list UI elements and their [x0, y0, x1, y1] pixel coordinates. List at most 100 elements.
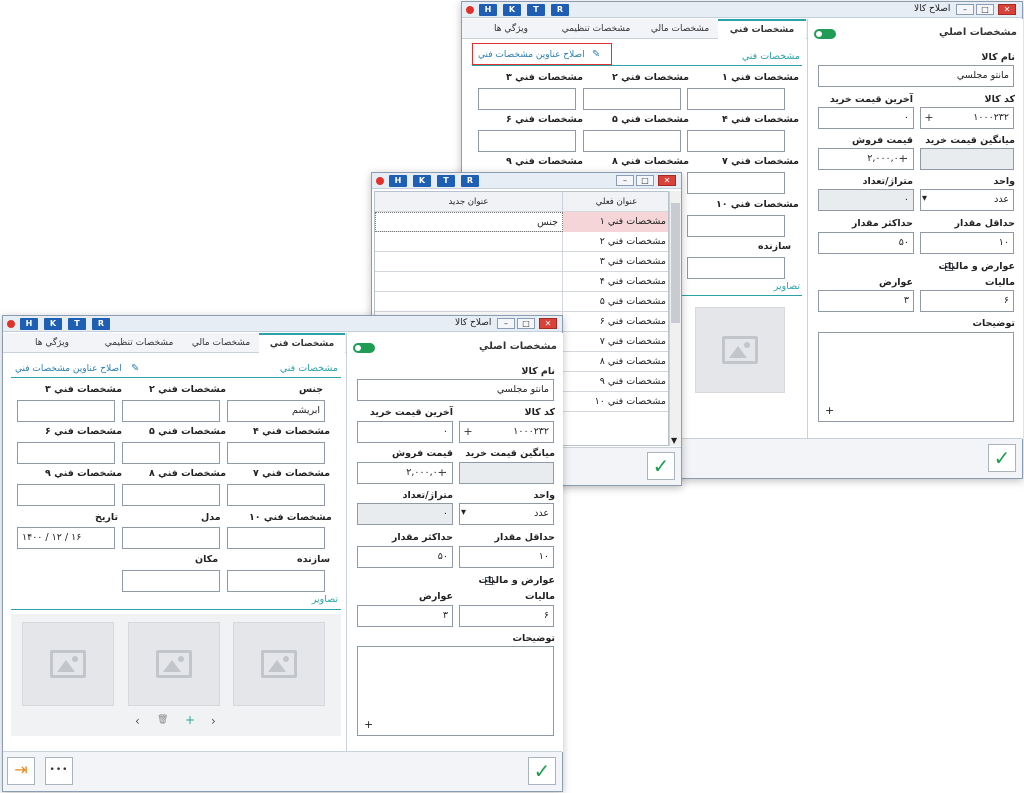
front-tax-input[interactable]: ۶: [459, 605, 554, 627]
hotkey-t-button[interactable]: T: [527, 4, 545, 16]
scroll-down-icon[interactable]: ▼: [671, 436, 677, 445]
front-date-input[interactable]: ۱۴۰۰ / ۱۲ / ۱۶: [17, 527, 115, 549]
exit-button[interactable]: ⇥: [7, 757, 35, 785]
rename-maximize-button[interactable]: □: [636, 175, 654, 186]
manufacturer-input[interactable]: [687, 257, 785, 279]
table-row[interactable]: مشخصات فني ۲: [375, 232, 668, 252]
front-minimize-button[interactable]: –: [497, 318, 515, 329]
front-hotkey-h-button[interactable]: H: [20, 318, 38, 330]
image-trash-icon[interactable]: 🗑: [157, 715, 168, 725]
front-image-slot-3[interactable]: [22, 622, 114, 706]
front-tab-settings[interactable]: مشخصات تنظيمي: [95, 333, 183, 353]
front-name-input[interactable]: مانتو مجلسي: [357, 379, 554, 401]
hotkey-h-button[interactable]: H: [479, 4, 497, 16]
tab-settings[interactable]: مشخصات تنظيمي: [552, 19, 640, 39]
edit-titles-pencil-icon[interactable]: ✎: [592, 50, 602, 60]
scroll-thumb[interactable]: [671, 203, 680, 323]
front-tech-field-6-input[interactable]: [17, 442, 115, 464]
front-unit-dropdown-icon[interactable]: ▾: [461, 507, 466, 518]
front-sale-price-add-icon[interactable]: +: [435, 466, 449, 480]
rename-hotkey-k-button[interactable]: K: [413, 175, 431, 187]
front-last-price-input[interactable]: ۰: [357, 421, 453, 443]
name-input[interactable]: مانتو مجلسي: [818, 65, 1014, 87]
front-tab-financial[interactable]: مشخصات مالي: [183, 333, 259, 353]
rename-scrollbar[interactable]: ▼: [669, 191, 681, 446]
tab-technical[interactable]: مشخصات فني: [718, 19, 806, 39]
tab-financial[interactable]: مشخصات مالي: [642, 19, 718, 39]
front-active-toggle[interactable]: [353, 343, 375, 353]
rename-ok-button[interactable]: ✓: [647, 452, 675, 480]
tech-field-2-input[interactable]: [583, 88, 681, 110]
front-unit-select[interactable]: عدد: [459, 503, 554, 525]
front-min-input[interactable]: ۱۰: [459, 546, 554, 568]
min-input[interactable]: ۱۰: [920, 232, 1014, 254]
tech-field-5-input[interactable]: [583, 130, 681, 152]
front-tech-field-7-input[interactable]: [227, 484, 325, 506]
front-field1-input[interactable]: ابريشم: [227, 400, 325, 422]
new-title-cell[interactable]: [375, 252, 563, 272]
rename-hotkey-h-button[interactable]: H: [389, 175, 407, 187]
table-row[interactable]: جنس مشخصات فني ۱: [375, 212, 668, 232]
hotkey-r-button[interactable]: R: [551, 4, 569, 16]
front-tech-field-9-input[interactable]: [17, 484, 115, 506]
more-button[interactable]: •••: [45, 757, 73, 785]
front-manufacturer-input[interactable]: [227, 570, 325, 592]
hotkey-k-button[interactable]: K: [503, 4, 521, 16]
front-code-add-icon[interactable]: +: [461, 425, 475, 439]
front-hotkey-k-button[interactable]: K: [44, 318, 62, 330]
last-price-input[interactable]: ۰: [818, 107, 914, 129]
unit-select[interactable]: عدد: [920, 189, 1014, 211]
image-add-icon[interactable]: +: [185, 713, 195, 727]
duty-input[interactable]: ۳: [818, 290, 914, 312]
rename-minimize-button[interactable]: –: [616, 175, 634, 186]
maximize-button[interactable]: □: [976, 4, 994, 15]
edit-titles-link[interactable]: اصلاح عناوين مشخصات فني: [478, 50, 585, 60]
tech-field-6-input[interactable]: [478, 130, 576, 152]
tech-field-10-input[interactable]: [687, 215, 785, 237]
close-button[interactable]: ✕: [998, 4, 1016, 15]
active-toggle[interactable]: [814, 29, 836, 39]
front-edit-titles-pencil-icon[interactable]: ✎: [131, 364, 141, 374]
tax-input[interactable]: ۶: [920, 290, 1014, 312]
front-maximize-button[interactable]: □: [517, 318, 535, 329]
tech-field-1-input[interactable]: [687, 88, 785, 110]
rename-close-button[interactable]: ✕: [658, 175, 676, 186]
new-title-cell[interactable]: جنس: [375, 212, 563, 232]
desc-add-icon[interactable]: +: [825, 404, 834, 417]
minimize-button[interactable]: –: [956, 4, 974, 15]
front-place-input[interactable]: [122, 570, 220, 592]
front-close-button[interactable]: ✕: [539, 318, 557, 329]
front-tech-field-3-input[interactable]: [17, 400, 115, 422]
front-tab-technical[interactable]: مشخصات فني: [259, 333, 345, 353]
unit-dropdown-icon[interactable]: ▾: [922, 193, 927, 204]
front-tech-field-5-input[interactable]: [122, 442, 220, 464]
image-prev-icon[interactable]: ‹: [135, 714, 140, 728]
image-placeholder[interactable]: [695, 307, 785, 393]
front-tech-field-8-input[interactable]: [122, 484, 220, 506]
rename-hotkey-r-button[interactable]: R: [461, 175, 479, 187]
tech-field-4-input[interactable]: [687, 130, 785, 152]
new-title-cell[interactable]: [375, 272, 563, 292]
front-model-input[interactable]: [122, 527, 220, 549]
max-input[interactable]: ۵۰: [818, 232, 914, 254]
rename-hotkey-t-button[interactable]: T: [437, 175, 455, 187]
front-desc-textarea[interactable]: [357, 646, 554, 736]
front-duty-input[interactable]: ۳: [357, 605, 453, 627]
tech-field-3-input[interactable]: [478, 88, 576, 110]
front-ok-button[interactable]: ✓: [528, 757, 556, 785]
table-row[interactable]: مشخصات فني ۴: [375, 272, 668, 292]
front-tech-field-2-input[interactable]: [122, 400, 220, 422]
front-hotkey-t-button[interactable]: T: [68, 318, 86, 330]
code-add-icon[interactable]: +: [922, 111, 936, 125]
new-title-cell[interactable]: [375, 232, 563, 252]
table-row[interactable]: مشخصات فني ۳: [375, 252, 668, 272]
front-desc-add-icon[interactable]: +: [364, 718, 373, 731]
front-max-input[interactable]: ۵۰: [357, 546, 453, 568]
front-tech-field-10-input[interactable]: [227, 527, 325, 549]
new-title-cell[interactable]: [375, 292, 563, 312]
front-edit-titles-link[interactable]: اصلاح عناوين مشخصات فني: [15, 364, 122, 374]
table-row[interactable]: مشخصات فني ۵: [375, 292, 668, 312]
front-tab-features[interactable]: ويژگي ها: [13, 333, 91, 353]
desc-textarea[interactable]: [818, 332, 1014, 422]
image-next-icon[interactable]: ›: [211, 714, 216, 728]
